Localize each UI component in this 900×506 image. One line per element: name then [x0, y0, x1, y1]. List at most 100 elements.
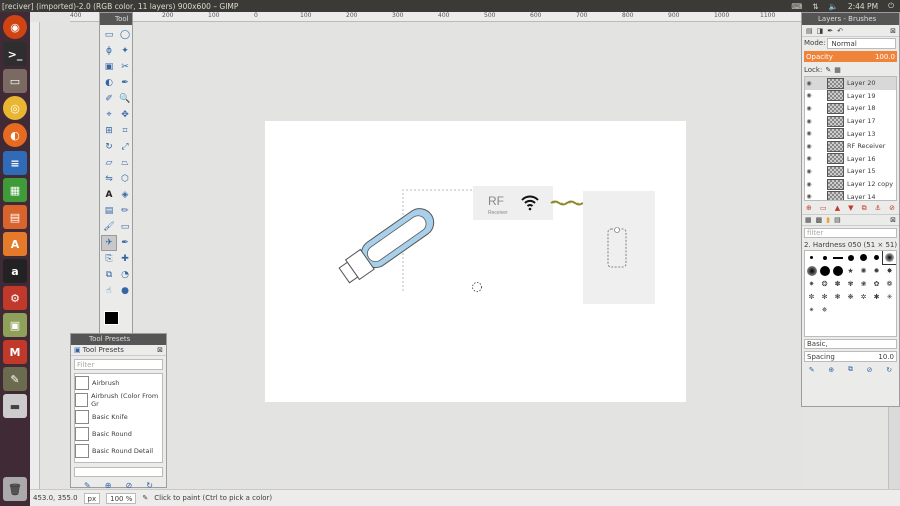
eye-icon[interactable]: ◉	[805, 155, 813, 162]
volume-icon[interactable]: 🔈	[828, 2, 837, 11]
files-icon[interactable]: ▭	[3, 69, 27, 93]
brush-cell[interactable]: ✻	[818, 290, 831, 303]
brush-cell[interactable]	[857, 251, 870, 264]
layer-row[interactable]: ◉ Layer 12 copy	[805, 178, 896, 191]
list-item[interactable]: Airbrush (Color From Gr	[75, 391, 162, 408]
brush-cell[interactable]	[870, 251, 883, 264]
power-icon[interactable]: ⏻	[888, 1, 894, 11]
firefox-icon[interactable]: ◐	[3, 123, 27, 147]
eye-icon[interactable]: ◉	[805, 168, 813, 175]
foreground-select-icon[interactable]: ◐	[101, 75, 117, 91]
blend-icon[interactable]: ▤	[101, 203, 117, 219]
brush-cell[interactable]	[882, 251, 896, 265]
brush-cell[interactable]: ✴	[805, 303, 818, 316]
brush-preset-select[interactable]: Basic,	[804, 339, 897, 349]
brush-cell[interactable]: ✲	[857, 290, 870, 303]
delete-layer-icon[interactable]: ⊘	[889, 204, 895, 212]
list-item[interactable]: Basic Round Detail	[75, 442, 162, 459]
chrome-icon[interactable]: ◎	[3, 96, 27, 120]
lower-layer-icon[interactable]: ▼	[848, 204, 853, 212]
brush-filter-input[interactable]: filter	[804, 228, 897, 238]
new-layer-icon[interactable]: ⊕	[806, 204, 812, 212]
layer-row[interactable]: ◉ Layer 14	[805, 190, 896, 200]
eye-icon[interactable]: ◉	[805, 92, 813, 99]
scissors-icon[interactable]: ✂	[117, 59, 133, 75]
foreground-color[interactable]	[104, 311, 119, 325]
brush-cell[interactable]	[818, 264, 831, 277]
ubuntu-dash-icon[interactable]: ◉	[3, 15, 27, 39]
brush-cell[interactable]: ✾	[844, 277, 857, 290]
calc-icon[interactable]: ▦	[3, 178, 27, 202]
paths-icon[interactable]: ✒	[117, 75, 133, 91]
close-icon[interactable]: ⊠	[157, 346, 163, 354]
presets-filter-input[interactable]: Filter	[74, 359, 163, 370]
amazon-icon[interactable]: a	[3, 259, 27, 283]
new-brush-icon[interactable]: ⊕	[828, 366, 834, 374]
clone-icon[interactable]: ⎘	[101, 251, 117, 267]
layers-dock-title[interactable]: Layers - Brushes	[802, 13, 899, 25]
close-icon[interactable]: ⊠	[890, 216, 896, 224]
list-item[interactable]: Basic Knife	[75, 408, 162, 425]
eye-icon[interactable]: ◉	[805, 130, 813, 137]
delete-icon[interactable]: ⊘	[126, 481, 133, 490]
ink-icon[interactable]: ✒	[117, 235, 133, 251]
rotate-icon[interactable]: ↻	[101, 139, 117, 155]
layer-row[interactable]: ◉ Layer 20	[805, 77, 896, 90]
brush-cell[interactable]: ✳	[883, 290, 896, 303]
brush-cell[interactable]: ❋	[844, 290, 857, 303]
layer-row[interactable]: ◉ Layer 15	[805, 165, 896, 178]
eye-icon[interactable]: ◉	[805, 105, 813, 112]
layer-row[interactable]: ◉ RF Receiver	[805, 140, 896, 153]
undo-tab-icon[interactable]: ↶	[837, 27, 843, 35]
gradients-tab-icon[interactable]: ▮	[826, 216, 830, 224]
layer-row[interactable]: ◉ Layer 13	[805, 127, 896, 140]
pencil-icon[interactable]: ✏	[117, 203, 133, 219]
spacing-slider[interactable]: Spacing 10.0	[804, 351, 897, 362]
fonts-tab-icon[interactable]: ▤	[834, 216, 841, 224]
eye-icon[interactable]: ◉	[805, 143, 813, 150]
brush-cell[interactable]: ✽	[831, 277, 844, 290]
eye-icon[interactable]: ◉	[805, 118, 813, 125]
color-picker-icon[interactable]: ✐	[101, 91, 117, 107]
eraser-icon[interactable]: ▭	[117, 219, 133, 235]
brush-cell[interactable]: ✸	[883, 264, 896, 277]
ellipse-select-icon[interactable]: ◯	[117, 27, 133, 43]
perspective-clone-icon[interactable]: ⧉	[101, 267, 117, 283]
brush-cell[interactable]: ✼	[805, 290, 818, 303]
smudge-icon[interactable]: ☝	[101, 283, 117, 299]
network-icon[interactable]: ⇅	[812, 2, 818, 11]
measure-icon[interactable]: ⌖	[101, 107, 117, 123]
brush-cell[interactable]: ❀	[857, 277, 870, 290]
bucket-fill-icon[interactable]: ◈	[117, 187, 133, 203]
new-group-icon[interactable]: ▭	[820, 204, 827, 212]
eye-icon[interactable]: ◉	[805, 181, 813, 188]
crop-icon[interactable]: ⌗	[117, 123, 133, 139]
brush-cell[interactable]	[844, 251, 857, 264]
archive-icon[interactable]: ▣	[3, 313, 27, 337]
presets-tab[interactable]: ▣ Tool Presets ⊠	[71, 345, 166, 356]
layer-row[interactable]: ◉ Layer 19	[805, 90, 896, 103]
airbrush-icon[interactable]: ✈	[101, 235, 117, 251]
brush-cell[interactable]	[831, 251, 844, 264]
brush-cell[interactable]: ❃	[831, 290, 844, 303]
trash-icon[interactable]: 🗑	[3, 477, 27, 501]
brush-cell[interactable]: ❁	[883, 277, 896, 290]
align-icon[interactable]: ⊞	[101, 123, 117, 139]
brush-cell[interactable]: ✿	[870, 277, 883, 290]
channels-tab-icon[interactable]: ◨	[817, 27, 824, 35]
eye-icon[interactable]: ◉	[805, 80, 813, 87]
rect-select-icon[interactable]: ▭	[101, 27, 117, 43]
zoom-icon[interactable]: 🔍	[117, 91, 133, 107]
brush-cell[interactable]: ✱	[870, 290, 883, 303]
refresh-brushes-icon[interactable]: ↻	[886, 366, 892, 374]
heal-icon[interactable]: ✚	[117, 251, 133, 267]
cage-icon[interactable]: ⬡	[117, 171, 133, 187]
layer-row[interactable]: ◉ Layer 16	[805, 153, 896, 166]
list-item[interactable]: Basic Round	[75, 425, 162, 442]
brush-cell[interactable]: ❂	[818, 277, 831, 290]
brush-cell[interactable]	[805, 251, 818, 264]
anchor-icon[interactable]: ⚓	[875, 204, 881, 212]
brush-cell[interactable]: ✵	[818, 303, 831, 316]
raise-layer-icon[interactable]: ▲	[835, 204, 840, 212]
opacity-slider[interactable]: Opacity 100.0	[804, 51, 897, 62]
